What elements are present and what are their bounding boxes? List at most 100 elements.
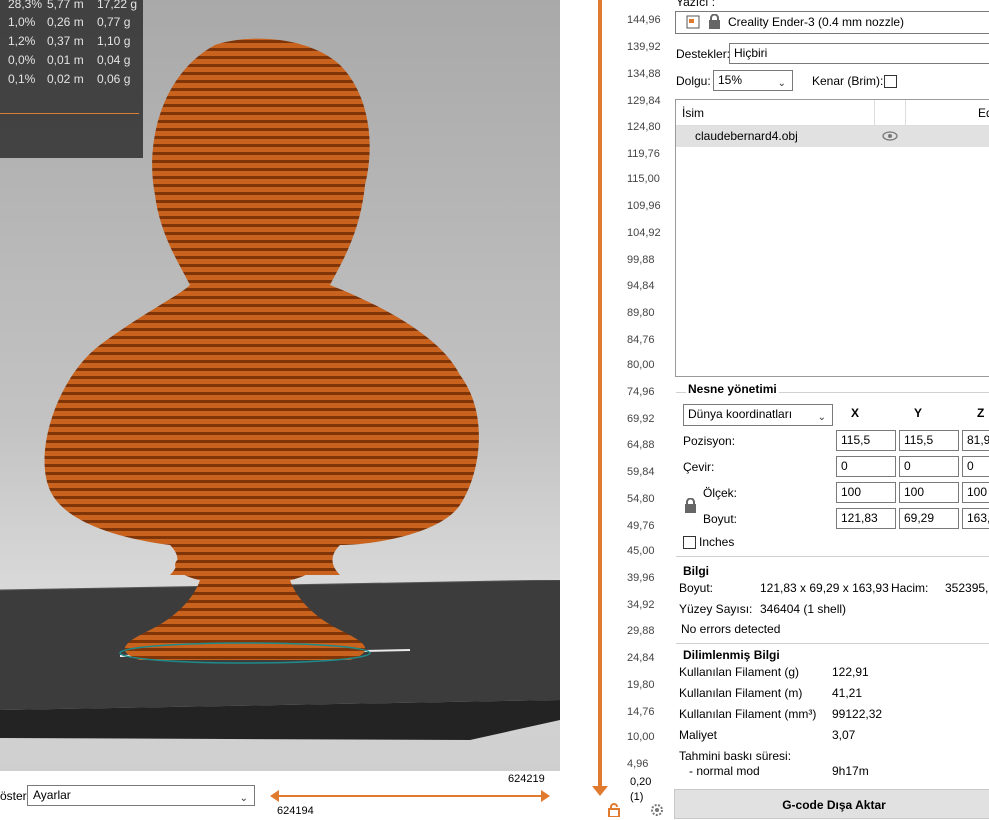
layer-tick: 104,92 xyxy=(627,227,661,239)
column-name[interactable]: İsim xyxy=(682,106,704,120)
layer-slider-track[interactable] xyxy=(598,0,602,790)
3d-viewport[interactable]: 28,3% 5,77 m 17,22 g 1,0% 0,26 m 0,77 g 1,2%… xyxy=(0,0,560,771)
coordinate-mode-value: Dünya koordinatları xyxy=(688,407,793,421)
position-y-input[interactable]: 115,5 xyxy=(899,430,959,451)
layer-bottom-value: 0,20 xyxy=(630,776,652,788)
column-divider xyxy=(874,100,875,125)
info-volume-value: 352395,5 xyxy=(945,581,989,595)
print-time-label: Tahmini baskı süresi: xyxy=(679,749,792,763)
brim-label: Kenar (Brim): xyxy=(812,74,884,88)
column-edit[interactable]: Ed xyxy=(978,106,989,120)
chevron-down-icon: ⌄ xyxy=(777,78,786,89)
object-name: claudebernard4.obj xyxy=(695,129,798,143)
feature-stats-panel: 28,3% 5,77 m 17,22 g 1,0% 0,26 m 0,77 g 1,2%… xyxy=(0,0,143,158)
column-divider xyxy=(905,100,906,125)
stats-row: 0,1% 0,02 m 0,06 g xyxy=(8,72,131,86)
sliced-value: 3,07 xyxy=(832,728,856,742)
layer-tick: 99,88 xyxy=(627,254,655,266)
inches-label: Inches xyxy=(699,535,735,549)
scale-label: Ölçek: xyxy=(703,486,738,500)
layer-tick: 69,92 xyxy=(627,413,655,425)
layer-tick: 134,88 xyxy=(627,68,661,80)
size-z-input[interactable]: 163,9 xyxy=(962,508,989,529)
rotation-y-input[interactable]: 0 xyxy=(899,456,959,477)
view-settings-value: Ayarlar xyxy=(33,788,71,802)
layer-tick: 84,76 xyxy=(627,334,655,346)
lock-icon xyxy=(709,14,720,29)
scale-x-input[interactable]: 100 xyxy=(836,482,896,503)
info-errors: No errors detected xyxy=(681,622,781,636)
lock-icon[interactable] xyxy=(684,498,697,513)
sliced-info-title: Dilimlenmiş Bilgi xyxy=(683,648,780,662)
inches-checkbox[interactable] xyxy=(683,536,696,549)
brim-checkbox[interactable] xyxy=(884,75,897,88)
scale-z-input[interactable]: 100 xyxy=(962,482,989,503)
layer-tick: 129,84 xyxy=(627,95,661,107)
stats-row: 28,3% 5,77 m 17,22 g xyxy=(8,0,138,11)
supports-label: Destekler: xyxy=(676,47,731,61)
printer-icon xyxy=(686,15,700,29)
lock-icon[interactable] xyxy=(607,803,621,817)
layer-tick: 109,96 xyxy=(627,200,661,212)
rotation-z-input[interactable]: 0 xyxy=(962,456,989,477)
view-settings-select[interactable]: Ayarlar ⌄ xyxy=(27,785,255,806)
layer-tick: 80,00 xyxy=(627,359,655,371)
rotation-x-input[interactable]: 0 xyxy=(836,456,896,477)
object-manipulation-title: Nesne yönetimi xyxy=(686,382,779,396)
supports-value: Hiçbiri xyxy=(734,46,768,60)
cog-icon[interactable] xyxy=(650,803,664,817)
size-y-input[interactable]: 69,29 xyxy=(899,508,959,529)
sliced-value: 122,91 xyxy=(832,665,869,679)
list-item[interactable]: claudebernard4.obj xyxy=(676,126,989,147)
chevron-down-icon: ⌄ xyxy=(239,793,248,804)
info-volume-label: Hacim: xyxy=(891,581,929,595)
info-size-label: Boyut: xyxy=(679,581,714,595)
layer-tick: 54,80 xyxy=(627,493,655,505)
infill-select[interactable]: 15% ⌄ xyxy=(713,70,793,91)
layer-tick: 49,76 xyxy=(627,520,655,532)
info-size-value: 121,83 x 69,29 x 163,93 xyxy=(760,581,889,595)
supports-select[interactable]: Hiçbiri xyxy=(729,43,989,64)
layer-tick: 74,96 xyxy=(627,386,655,398)
layer-tick: 4,96 xyxy=(627,758,649,770)
size-label: Boyut: xyxy=(703,512,738,526)
scale-y-input[interactable]: 100 xyxy=(899,482,959,503)
eye-icon[interactable] xyxy=(882,131,898,141)
axis-z-label: Z xyxy=(977,406,985,420)
h-slider-lower-value: 624194 xyxy=(277,805,314,817)
group-border xyxy=(676,556,989,557)
layer-tick: 10,00 xyxy=(627,731,655,743)
layer-tick: 45,00 xyxy=(627,545,655,557)
sliced-value: 41,21 xyxy=(832,686,863,700)
layer-lower-thumb[interactable] xyxy=(592,786,608,798)
stats-row: 1,0% 0,26 m 0,77 g xyxy=(8,15,131,29)
layer-tick: 89,80 xyxy=(627,307,655,319)
layer-tick: 94,84 xyxy=(627,280,655,292)
info-title: Bilgi xyxy=(683,564,709,578)
layer-tick: 115,00 xyxy=(627,173,660,185)
layer-tick: 119,76 xyxy=(627,148,660,160)
layer-bottom-index: (1) xyxy=(630,791,644,803)
infill-label: Dolgu: xyxy=(676,74,711,88)
chevron-down-icon: ⌄ xyxy=(817,412,826,423)
position-z-input[interactable]: 81,9 xyxy=(962,430,989,451)
horizontal-move-slider[interactable] xyxy=(270,788,550,804)
rotation-label: Çevir: xyxy=(683,460,715,474)
object-list-header: İsim Ed xyxy=(676,100,989,126)
h-slider-upper-value: 624219 xyxy=(508,773,545,785)
position-x-input[interactable]: 115,5 xyxy=(836,430,896,451)
show-label: öster xyxy=(0,789,27,803)
printer-select[interactable]: Creality Ender-3 (0.4 mm nozzle) xyxy=(675,11,989,34)
sliced-label: Kullanılan Filament (g) xyxy=(679,665,800,679)
sliced-label: Kullanılan Filament (m) xyxy=(679,686,803,700)
object-list[interactable]: İsim Ed claudebernard4.obj xyxy=(675,99,989,377)
info-facets-label: Yüzey Sayısı: xyxy=(679,602,753,616)
layer-tick: 34,92 xyxy=(627,599,655,611)
layer-tick: 19,80 xyxy=(627,679,655,691)
stats-row: 1,2% 0,37 m 1,10 g xyxy=(8,34,131,48)
size-x-input[interactable]: 121,83 xyxy=(836,508,896,529)
export-gcode-button[interactable]: G-code Dışa Aktar xyxy=(674,789,989,819)
layer-tick: 39,96 xyxy=(627,572,655,584)
sliced-value: 99122,32 xyxy=(832,707,883,721)
coordinate-mode-select[interactable]: Dünya koordinatları ⌄ xyxy=(683,404,833,426)
